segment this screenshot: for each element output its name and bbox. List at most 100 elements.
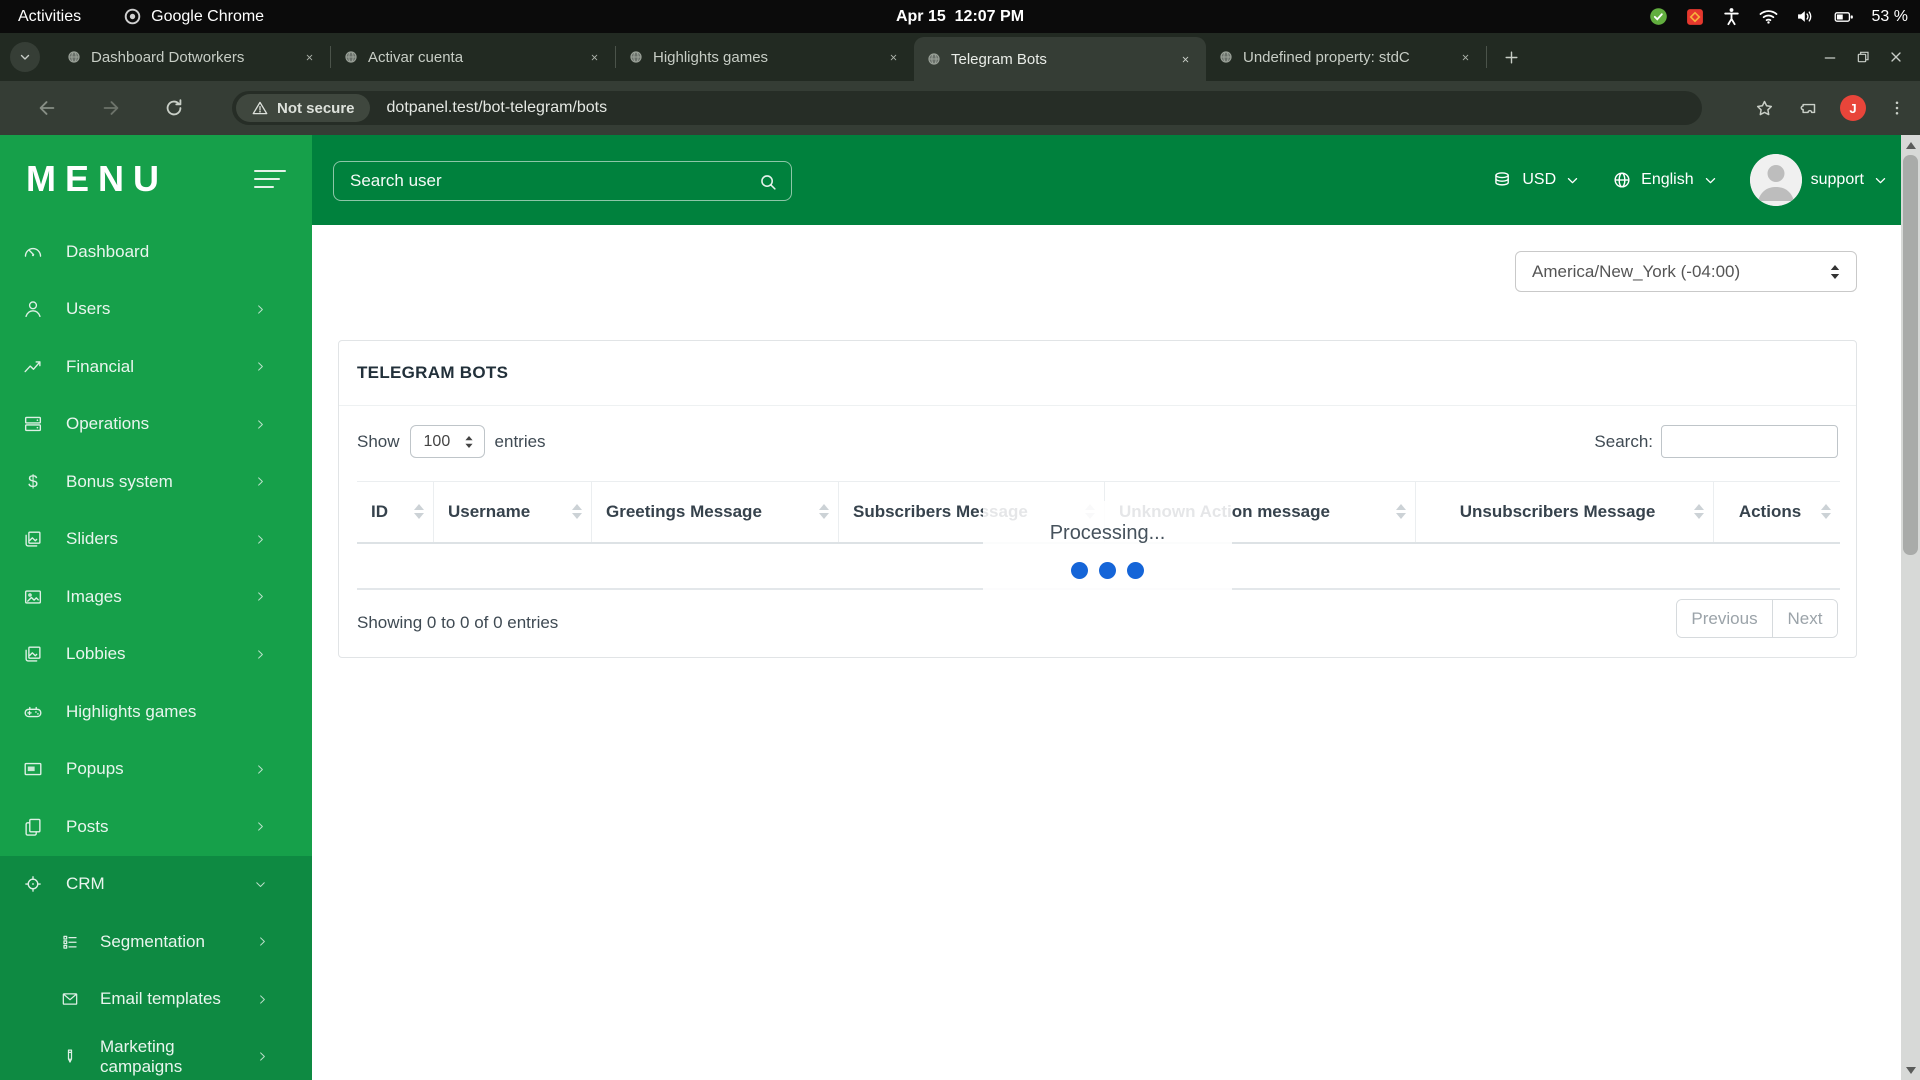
security-chip[interactable]: Not secure bbox=[236, 94, 370, 122]
images-icon bbox=[22, 643, 44, 665]
tab-favicon bbox=[66, 49, 82, 65]
previous-button[interactable]: Previous bbox=[1677, 600, 1772, 637]
bookmark-star-icon[interactable] bbox=[1754, 98, 1775, 119]
profile-avatar[interactable]: J bbox=[1840, 95, 1866, 121]
reload-icon[interactable] bbox=[163, 97, 185, 119]
sidebar-item-bonus-system[interactable]: $ Bonus system bbox=[0, 453, 312, 511]
user-icon bbox=[22, 298, 44, 320]
tab-favicon bbox=[1218, 49, 1234, 65]
page-length-select[interactable]: 100 bbox=[409, 425, 485, 458]
column-header-actions[interactable]: Actions bbox=[1714, 482, 1840, 542]
browser-tab-undefined-property-stdc[interactable]: Undefined property: stdC bbox=[1206, 33, 1486, 81]
search-icon[interactable] bbox=[757, 171, 779, 193]
sidebar-item-users[interactable]: Users bbox=[0, 281, 312, 339]
scroll-up-icon[interactable] bbox=[1901, 136, 1920, 154]
window-restore-icon[interactable] bbox=[1855, 49, 1871, 65]
page-viewport: MENU Dashboard Users Financial Operations $ B… bbox=[0, 135, 1920, 1080]
notification-check-icon bbox=[1648, 6, 1669, 27]
page-scrollbar[interactable] bbox=[1901, 135, 1920, 1080]
system-clock[interactable]: Apr 15 12:07 PM bbox=[0, 0, 1920, 33]
tab-label: Highlights games bbox=[653, 48, 875, 66]
tab-search-button[interactable] bbox=[10, 42, 40, 72]
sidebar-item-label: Bonus system bbox=[66, 471, 173, 491]
table-search-input[interactable] bbox=[1661, 425, 1838, 458]
logo[interactable]: MENU bbox=[26, 158, 168, 200]
sidebar-item-financial[interactable]: Financial bbox=[0, 338, 312, 396]
next-button[interactable]: Next bbox=[1772, 600, 1837, 637]
tab-favicon bbox=[343, 49, 359, 65]
accessibility-icon bbox=[1721, 6, 1742, 27]
warning-icon bbox=[251, 99, 269, 117]
sidebar-item-lobbies[interactable]: Lobbies bbox=[0, 626, 312, 684]
sort-arrows-icon bbox=[1821, 504, 1831, 519]
sidebar-item-crm[interactable]: CRM bbox=[0, 856, 312, 914]
sidebar-item-operations[interactable]: Operations bbox=[0, 396, 312, 454]
column-header-username[interactable]: Username bbox=[434, 482, 592, 542]
search-input[interactable] bbox=[334, 162, 791, 200]
column-header-greetings-message[interactable]: Greetings Message bbox=[592, 482, 839, 542]
globe-icon bbox=[1612, 170, 1632, 190]
sidebar-item-marketing-campaigns[interactable]: Marketing campaigns bbox=[0, 1028, 312, 1080]
extensions-icon[interactable] bbox=[1797, 98, 1818, 119]
chevron-right-icon bbox=[255, 934, 270, 949]
window-icon bbox=[22, 758, 44, 780]
pen-icon bbox=[60, 1047, 80, 1067]
sidebar-item-dashboard[interactable]: Dashboard bbox=[0, 223, 312, 281]
column-label: Greetings Message bbox=[606, 502, 762, 521]
browser-tab-activar-cuenta[interactable]: Activar cuenta bbox=[331, 33, 615, 81]
user-menu[interactable]: support bbox=[1749, 154, 1888, 206]
window-controls bbox=[1822, 33, 1904, 81]
browser-tab-highlights-games[interactable]: Highlights games bbox=[616, 33, 914, 81]
tab-close-icon[interactable] bbox=[1456, 48, 1474, 66]
sidebar-item-popups[interactable]: Popups bbox=[0, 741, 312, 799]
topbar: USD English bbox=[312, 135, 1920, 225]
sidebar-toggle-icon[interactable] bbox=[254, 170, 286, 188]
tab-label: Telegram Bots bbox=[951, 50, 1047, 68]
column-label: Actions bbox=[1738, 502, 1802, 521]
window-minimize-icon[interactable] bbox=[1822, 49, 1838, 65]
chart-icon bbox=[22, 356, 44, 378]
image-icon bbox=[22, 586, 44, 608]
language-dropdown[interactable]: English bbox=[1612, 170, 1717, 190]
browser-tab-dashboard-dotworkers[interactable]: Dashboard Dotworkers bbox=[54, 33, 330, 81]
tab-list: Dashboard Dotworkers Activar cuenta Highli… bbox=[54, 33, 1526, 81]
target-icon bbox=[22, 873, 44, 895]
browser-tab-telegram-bots[interactable]: Telegram Bots bbox=[914, 37, 1206, 81]
forward-icon[interactable] bbox=[100, 97, 122, 119]
sidebar: MENU Dashboard Users Financial Operations $ B… bbox=[0, 135, 312, 1080]
currency-dropdown[interactable]: USD bbox=[1492, 170, 1580, 191]
chevron-right-icon bbox=[253, 589, 268, 604]
chevron-down-icon bbox=[1873, 173, 1888, 188]
timezone-select[interactable]: America/New_York (-04:00) bbox=[1515, 251, 1857, 292]
sidebar-item-highlights-games[interactable]: Highlights games bbox=[0, 683, 312, 741]
sidebar-item-sliders[interactable]: Sliders bbox=[0, 511, 312, 569]
window-close-icon[interactable] bbox=[1888, 49, 1904, 65]
tab-label: Dashboard Dotworkers bbox=[91, 48, 291, 66]
tab-favicon bbox=[926, 51, 942, 67]
avatar bbox=[1749, 154, 1802, 206]
tab-close-icon[interactable] bbox=[884, 48, 902, 66]
sidebar-item-label: Financial bbox=[66, 356, 135, 376]
back-icon[interactable] bbox=[36, 97, 58, 119]
sidebar-item-email-templates[interactable]: Email templates bbox=[0, 971, 312, 1029]
chevron-right-icon bbox=[253, 532, 268, 547]
new-tab-button[interactable] bbox=[1496, 42, 1526, 72]
tab-close-icon[interactable] bbox=[1176, 50, 1194, 68]
tab-favicon bbox=[628, 49, 644, 65]
tab-close-icon[interactable] bbox=[585, 48, 603, 66]
column-header-id[interactable]: ID bbox=[357, 482, 434, 542]
column-header-unsubscribers-message[interactable]: Unsubscribers Message bbox=[1416, 482, 1714, 542]
sidebar-item-posts[interactable]: Posts bbox=[0, 798, 312, 856]
sidebar-item-images[interactable]: Images bbox=[0, 568, 312, 626]
timezone-value: America/New_York (-04:00) bbox=[1532, 261, 1741, 281]
main-content: America/New_York (-04:00) TELEGRAM BOTS … bbox=[312, 225, 1920, 1080]
scrollbar-thumb[interactable] bbox=[1903, 155, 1918, 555]
address-bar[interactable]: Not secure dotpanel.test/bot-telegram/bo… bbox=[232, 91, 1702, 125]
sidebar-item-segmentation[interactable]: Segmentation bbox=[0, 913, 312, 971]
sidebar-item-label: Operations bbox=[66, 414, 150, 434]
tab-close-icon[interactable] bbox=[300, 48, 318, 66]
sidebar-crm-section: CRM Segmentation Email templates Marketing … bbox=[0, 855, 312, 1080]
scroll-down-icon[interactable] bbox=[1901, 1061, 1920, 1079]
system-tray[interactable]: 53 % bbox=[1648, 0, 1908, 33]
browser-menu-icon[interactable] bbox=[1888, 99, 1906, 117]
